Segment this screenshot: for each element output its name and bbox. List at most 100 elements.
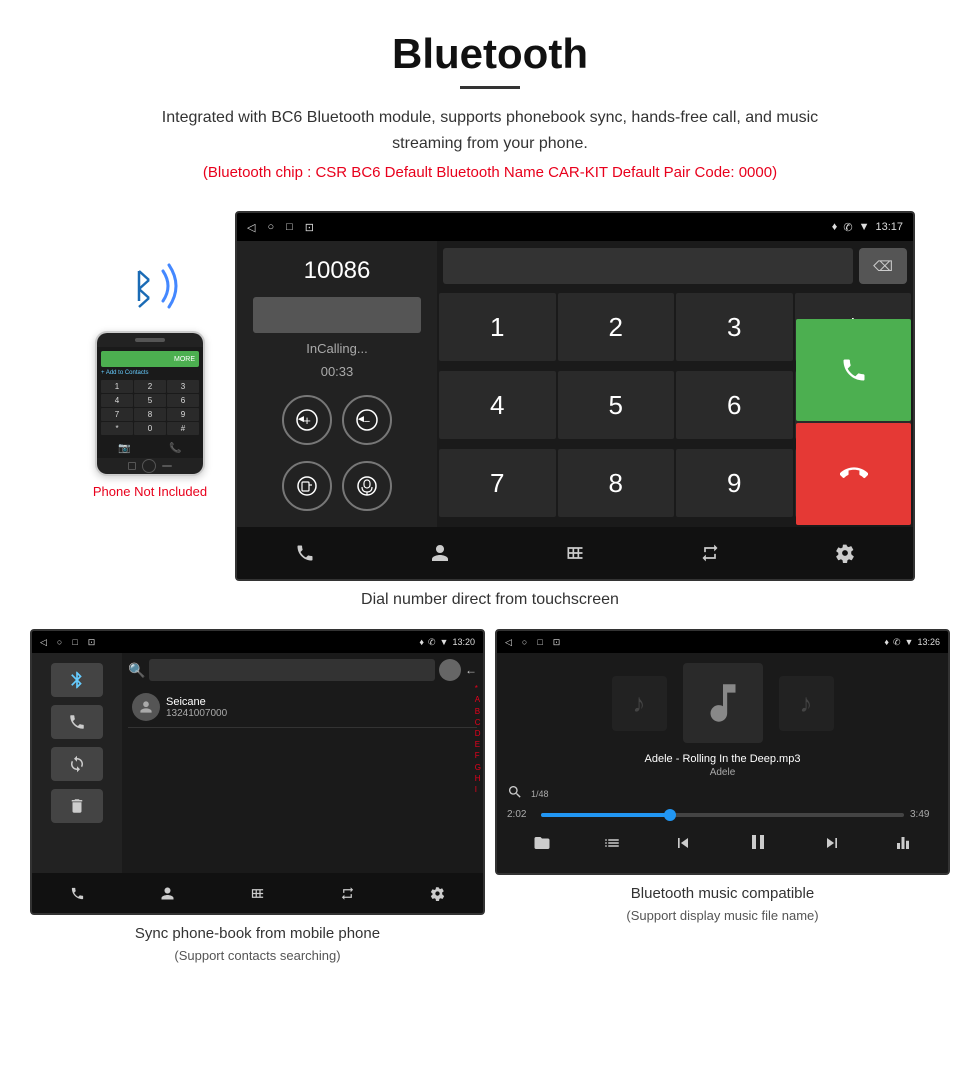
music-search-button[interactable] xyxy=(507,784,523,803)
cast-icon: ⊡ xyxy=(305,221,314,234)
phonebook-caption: Sync phone-book from mobile phone (Suppo… xyxy=(135,923,380,965)
mu-home-icon: ○ xyxy=(522,637,527,648)
music-album-art-right: ♪ xyxy=(779,676,834,731)
phone-bottom-icons: 📷 📞 xyxy=(97,439,203,458)
dial-screen: ◁ ○ □ ⊡ ♦ ✆ ▼ 13:17 10086 InCalling... 0… xyxy=(235,211,915,581)
music-album-row: ♪ ♪ xyxy=(612,663,834,743)
volume-up-button[interactable]: + ◄ xyxy=(282,395,332,445)
music-folder-btn[interactable] xyxy=(533,834,551,857)
key-8[interactable]: 8 xyxy=(558,449,675,517)
dial-status-bar: ◁ ○ □ ⊡ ♦ ✆ ▼ 13:17 xyxy=(237,213,913,241)
music-progress-bar[interactable] xyxy=(541,813,904,817)
bottom-transfer-icon[interactable] xyxy=(690,533,730,573)
music-position: 1/48 xyxy=(531,789,549,799)
dial-number: 10086 xyxy=(304,257,371,285)
phonebook-right-wrapper: 🔍 ← Seicane 13241007000 xyxy=(122,653,483,873)
pb-home-icon: ○ xyxy=(57,637,62,648)
pb-bottom-transfer[interactable] xyxy=(333,878,363,908)
alpha-i[interactable]: I xyxy=(475,784,481,795)
music-list-btn[interactable] xyxy=(603,834,621,857)
pb-bottom-dialpad[interactable] xyxy=(242,878,272,908)
pb-contact-item[interactable]: Seicane 13241007000 xyxy=(128,687,477,728)
dial-timer: 00:33 xyxy=(321,364,354,379)
alpha-b[interactable]: B xyxy=(475,706,481,717)
bottom-settings-icon[interactable] xyxy=(825,533,865,573)
dial-left-panel: 10086 InCalling... 00:33 + ◄ xyxy=(237,241,437,527)
mu-cast-icon: ⊡ xyxy=(553,637,561,648)
key-9[interactable]: 9 xyxy=(676,449,793,517)
music-status-bar: ◁ ○ □ ⊡ ♦ ✆ ▼ 13:26 xyxy=(497,631,948,653)
alpha-h[interactable]: H xyxy=(475,773,481,784)
wifi-icon: ▼ xyxy=(859,221,870,233)
phonebook-status-right: ♦ ✆ ▼ 13:20 xyxy=(419,637,475,648)
key-2[interactable]: 2 xyxy=(558,293,675,361)
volume-down-button[interactable]: − ◄ xyxy=(342,395,392,445)
mu-sq-icon: □ xyxy=(537,637,542,648)
bottom-contacts-icon[interactable] xyxy=(420,533,460,573)
music-prev-btn[interactable] xyxy=(673,833,693,858)
alpha-a[interactable]: A xyxy=(475,694,481,705)
bluetooth-signal-icon xyxy=(115,251,185,321)
phone-screen: MORE + Add to Contacts 123 456 789 *0# xyxy=(97,347,203,439)
pb-bottom-settings[interactable] xyxy=(423,878,453,908)
music-caption-main: Bluetooth music compatible xyxy=(626,883,818,906)
pb-sync-btn[interactable] xyxy=(51,747,103,781)
bottom-dialpad-icon[interactable] xyxy=(555,533,595,573)
pb-cast-icon: ⊡ xyxy=(88,637,96,648)
pb-phone-btn[interactable] xyxy=(51,705,103,739)
dial-input-field[interactable] xyxy=(443,248,853,284)
key-1[interactable]: 1 xyxy=(439,293,556,361)
music-play-btn[interactable] xyxy=(746,830,770,860)
description: Integrated with BC6 Bluetooth module, su… xyxy=(140,105,840,156)
bottom-call-icon[interactable] xyxy=(285,533,325,573)
pb-bluetooth-btn[interactable] xyxy=(51,663,103,697)
alpha-e[interactable]: E xyxy=(475,739,481,750)
pb-bottom-contacts[interactable] xyxy=(152,878,182,908)
contact-number: 13241007000 xyxy=(166,708,227,719)
phone-add-contacts: + Add to Contacts xyxy=(101,370,199,376)
phonebook-contact-list: 🔍 ← Seicane 13241007000 xyxy=(122,653,483,734)
pb-sq-icon: □ xyxy=(72,637,77,648)
pb-bottom-call[interactable] xyxy=(62,878,92,908)
dial-bottom-bar xyxy=(237,527,913,579)
backspace-button[interactable]: ⌫ xyxy=(859,248,907,284)
key-5[interactable]: 5 xyxy=(558,371,675,439)
pb-back-arrow[interactable]: ← xyxy=(465,663,477,677)
square-icon: □ xyxy=(286,221,293,234)
music-eq-btn[interactable] xyxy=(894,834,912,857)
pb-search-row: 🔍 ← xyxy=(128,659,477,681)
music-status-right: ♦ ✆ ▼ 13:26 xyxy=(884,637,940,648)
music-progress-fill xyxy=(541,813,668,817)
dial-content: 10086 InCalling... 00:33 + ◄ xyxy=(237,241,913,527)
end-call-button[interactable] xyxy=(796,423,911,525)
transfer-button[interactable] xyxy=(282,461,332,511)
music-next-btn[interactable] xyxy=(822,833,842,858)
phone-home-bar xyxy=(97,458,203,474)
alpha-f[interactable]: F xyxy=(475,750,481,761)
key-4[interactable]: 4 xyxy=(439,371,556,439)
key-6[interactable]: 6 xyxy=(676,371,793,439)
call-button[interactable] xyxy=(796,319,911,421)
music-seek-dot[interactable] xyxy=(664,809,676,821)
music-progress-row: 2:02 3:49 xyxy=(507,809,938,820)
pb-search-bar[interactable] xyxy=(149,659,435,681)
key-7[interactable]: 7 xyxy=(439,449,556,517)
key-3[interactable]: 3 xyxy=(676,293,793,361)
pb-dot-indicator xyxy=(439,659,461,681)
alpha-star[interactable]: * xyxy=(475,683,481,694)
contact-avatar xyxy=(132,693,160,721)
back-icon: ◁ xyxy=(247,221,255,234)
home-icon: ○ xyxy=(267,221,274,234)
contact-name: Seicane xyxy=(166,696,227,708)
alpha-g[interactable]: G xyxy=(475,762,481,773)
pb-loc-icon: ♦ xyxy=(419,637,424,647)
alpha-d[interactable]: D xyxy=(475,728,481,739)
location-icon: ♦ xyxy=(832,221,838,233)
specs-line: (Bluetooth chip : CSR BC6 Default Blueto… xyxy=(20,164,960,181)
dial-right-panel: ⌫ 1 2 3 * 4 5 6 0 7 8 9 # xyxy=(437,241,913,527)
pb-phone-icon: ✆ xyxy=(428,637,436,648)
alpha-c[interactable]: C xyxy=(475,717,481,728)
mute-button[interactable] xyxy=(342,461,392,511)
pb-delete-btn[interactable] xyxy=(51,789,103,823)
page-header: Bluetooth Integrated with BC6 Bluetooth … xyxy=(0,0,980,211)
